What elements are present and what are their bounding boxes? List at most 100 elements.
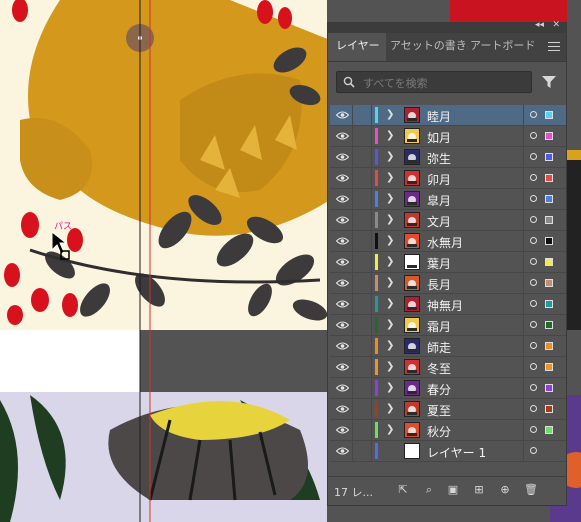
layer-row[interactable]: ❯ 水無月 [330,231,566,252]
target-circle-icon[interactable] [530,384,537,391]
selection-indicator[interactable] [545,405,553,413]
expand-arrow-icon[interactable]: ❯ [386,214,394,225]
expand-arrow-icon[interactable]: ❯ [386,424,394,435]
visibility-eye-icon[interactable] [336,404,349,414]
layer-row[interactable]: ❯ 師走 [330,336,566,357]
new-sublayer-icon[interactable]: ⊞ [472,483,486,497]
layer-row[interactable]: ❯ 弥生 [330,147,566,168]
tab-asset-export[interactable]: アセットの書き出 [386,33,468,61]
tab-layers[interactable]: レイヤー [328,33,386,61]
expand-arrow-icon[interactable]: ❯ [386,130,394,141]
expand-arrow-icon[interactable]: ❯ [386,361,394,372]
layer-row[interactable]: ❯ 皐月 [330,189,566,210]
visibility-eye-icon[interactable] [336,131,349,141]
locate-object-icon[interactable]: ⌕ [422,483,436,497]
visibility-eye-icon[interactable] [336,320,349,330]
target-circle-icon[interactable] [530,153,537,160]
selection-indicator[interactable] [545,258,553,266]
target-circle-icon[interactable] [530,216,537,223]
target-circle-icon[interactable] [530,237,537,244]
visibility-eye-icon[interactable] [336,173,349,183]
visibility-eye-icon[interactable] [336,299,349,309]
visibility-eye-icon[interactable] [336,215,349,225]
collapse-icon[interactable]: ◂◂ [535,20,544,30]
target-circle-icon[interactable] [530,195,537,202]
target-circle-icon[interactable] [530,426,537,433]
tab-artboards[interactable]: アートボード [468,33,540,61]
selection-indicator[interactable] [545,195,553,203]
layer-row[interactable]: ❯ 如月 [330,126,566,147]
close-icon[interactable]: ✕ [552,20,560,30]
layer-row[interactable]: ❯ 神無月 [330,294,566,315]
visibility-eye-icon[interactable] [336,446,349,456]
target-circle-icon[interactable] [530,405,537,412]
filter-icon[interactable] [541,75,557,89]
visibility-eye-icon[interactable] [336,236,349,246]
selection-indicator[interactable] [545,384,553,392]
selection-indicator[interactable] [545,426,553,434]
visibility-eye-icon[interactable] [336,257,349,267]
selection-indicator[interactable] [545,174,553,182]
layer-row[interactable]: ❯ 長月 [330,273,566,294]
layer-row[interactable]: ❯ 春分 [330,378,566,399]
expand-arrow-icon[interactable]: ❯ [386,277,394,288]
visibility-eye-icon[interactable] [336,152,349,162]
expand-arrow-icon[interactable]: ❯ [386,235,394,246]
layer-row[interactable]: ❯ 葉月 [330,252,566,273]
expand-arrow-icon[interactable]: ❯ [386,298,394,309]
target-circle-icon[interactable] [530,279,537,286]
layer-row[interactable]: ❯ 霜月 [330,315,566,336]
expand-arrow-icon[interactable]: ❯ [386,193,394,204]
visibility-eye-icon[interactable] [336,110,349,120]
target-circle-icon[interactable] [530,342,537,349]
selection-indicator[interactable] [545,342,553,350]
selection-indicator[interactable] [545,321,553,329]
layer-row[interactable]: ❯ 秋分 [330,420,566,441]
target-circle-icon[interactable] [530,132,537,139]
target-circle-icon[interactable] [530,363,537,370]
selection-indicator[interactable] [545,279,553,287]
search-input[interactable] [361,74,525,92]
selection-indicator[interactable] [545,363,553,371]
target-circle-icon[interactable] [530,321,537,328]
target-circle-icon[interactable] [530,174,537,181]
layer-thumbnail [404,191,420,207]
panel-titlebar[interactable]: ◂◂ ✕ [328,20,566,33]
expand-arrow-icon[interactable]: ❯ [386,151,394,162]
layer-row[interactable]: ❯ 夏至 [330,399,566,420]
expand-arrow-icon[interactable]: ❯ [386,382,394,393]
search-field[interactable] [336,71,532,93]
selection-indicator[interactable] [545,153,553,161]
delete-icon[interactable]: 🗑 [524,483,538,497]
visibility-eye-icon[interactable] [336,278,349,288]
target-circle-icon[interactable] [530,447,537,454]
selection-indicator[interactable] [545,237,553,245]
layer-row[interactable]: ❯ 文月 [330,210,566,231]
selection-indicator[interactable] [545,111,553,119]
target-circle-icon[interactable] [530,300,537,307]
layer-row[interactable]: ❯ 卯月 [330,168,566,189]
expand-arrow-icon[interactable]: ❯ [386,256,394,267]
target-circle-icon[interactable] [530,111,537,118]
selection-indicator[interactable] [545,300,553,308]
new-layer-icon[interactable]: ⊕ [498,483,512,497]
layer-row[interactable]: ❯ 冬至 [330,357,566,378]
layer-row[interactable]: レイヤー 1 [330,441,566,462]
visibility-eye-icon[interactable] [336,194,349,204]
visibility-eye-icon[interactable] [336,383,349,393]
expand-arrow-icon[interactable]: ❯ [386,340,394,351]
export-icon[interactable]: ⇱ [396,483,410,497]
selection-indicator[interactable] [545,132,553,140]
panel-menu-icon[interactable] [548,42,560,52]
target-circle-icon[interactable] [530,258,537,265]
visibility-eye-icon[interactable] [336,341,349,351]
visibility-eye-icon[interactable] [336,425,349,435]
visibility-eye-icon[interactable] [336,362,349,372]
expand-arrow-icon[interactable]: ❯ [386,403,394,414]
layer-row[interactable]: ❯ 睦月 [330,105,566,126]
selection-indicator[interactable] [545,216,553,224]
expand-arrow-icon[interactable]: ❯ [386,319,394,330]
clipping-mask-icon[interactable]: ▣ [446,483,460,497]
expand-arrow-icon[interactable]: ❯ [386,172,394,183]
expand-arrow-icon[interactable]: ❯ [386,109,394,120]
